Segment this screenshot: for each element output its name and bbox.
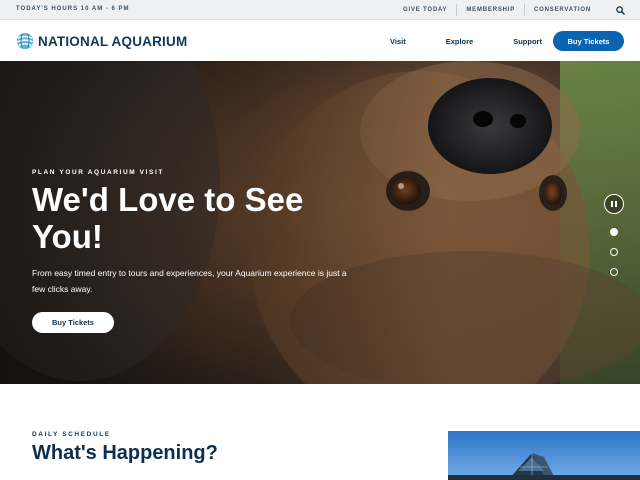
- national-aquarium-logo[interactable]: NATIONAL AQUARIUM.: [16, 30, 190, 52]
- aquarium-building-image: [448, 431, 640, 480]
- schedule-eyebrow: DAILY SCHEDULE: [32, 431, 111, 438]
- logo-wordmark: NATIONAL AQUARIUM: [38, 33, 188, 49]
- membership-link[interactable]: MEMBERSHIP: [456, 4, 524, 16]
- carousel-dot-2[interactable]: [610, 248, 618, 256]
- hero-banner: PLAN YOUR AQUARIUM VISIT We'd Love to Se…: [0, 61, 640, 384]
- conservation-link[interactable]: CONSERVATION: [524, 4, 600, 16]
- logo-globe-icon: [16, 32, 34, 50]
- logo-registered-mark: .: [188, 38, 190, 44]
- utility-links: GIVE TODAY MEMBERSHIP CONSERVATION: [394, 0, 600, 20]
- todays-hours: TODAY'S HOURS 10 AM - 6 PM: [16, 6, 130, 12]
- pause-icon: [611, 201, 617, 207]
- daily-schedule-section: DAILY SCHEDULE What's Happening?: [0, 384, 640, 480]
- hero-description: From easy timed entry to tours and exper…: [32, 268, 347, 294]
- nav-visit[interactable]: Visit: [390, 37, 406, 46]
- main-header: NATIONAL AQUARIUM. Visit Explore Support…: [0, 21, 640, 61]
- search-icon[interactable]: [612, 2, 628, 18]
- give-today-link[interactable]: GIVE TODAY: [394, 4, 456, 16]
- utility-bar: TODAY'S HOURS 10 AM - 6 PM GIVE TODAY ME…: [0, 0, 640, 20]
- schedule-title: What's Happening?: [32, 442, 218, 464]
- nav-support[interactable]: Support: [513, 37, 542, 46]
- main-nav: Visit Explore Support: [370, 21, 562, 61]
- nav-explore[interactable]: Explore: [446, 37, 474, 46]
- hero-eyebrow: PLAN YOUR AQUARIUM VISIT: [32, 169, 164, 176]
- hero-buy-tickets-button[interactable]: Buy Tickets: [32, 312, 114, 333]
- hero-title: We'd Love to See You!: [32, 181, 304, 255]
- carousel-dot-3[interactable]: [610, 268, 618, 276]
- carousel-pause-button[interactable]: [604, 194, 624, 214]
- header-buy-tickets-button[interactable]: Buy Tickets: [553, 31, 624, 51]
- carousel-dot-1[interactable]: [610, 228, 618, 236]
